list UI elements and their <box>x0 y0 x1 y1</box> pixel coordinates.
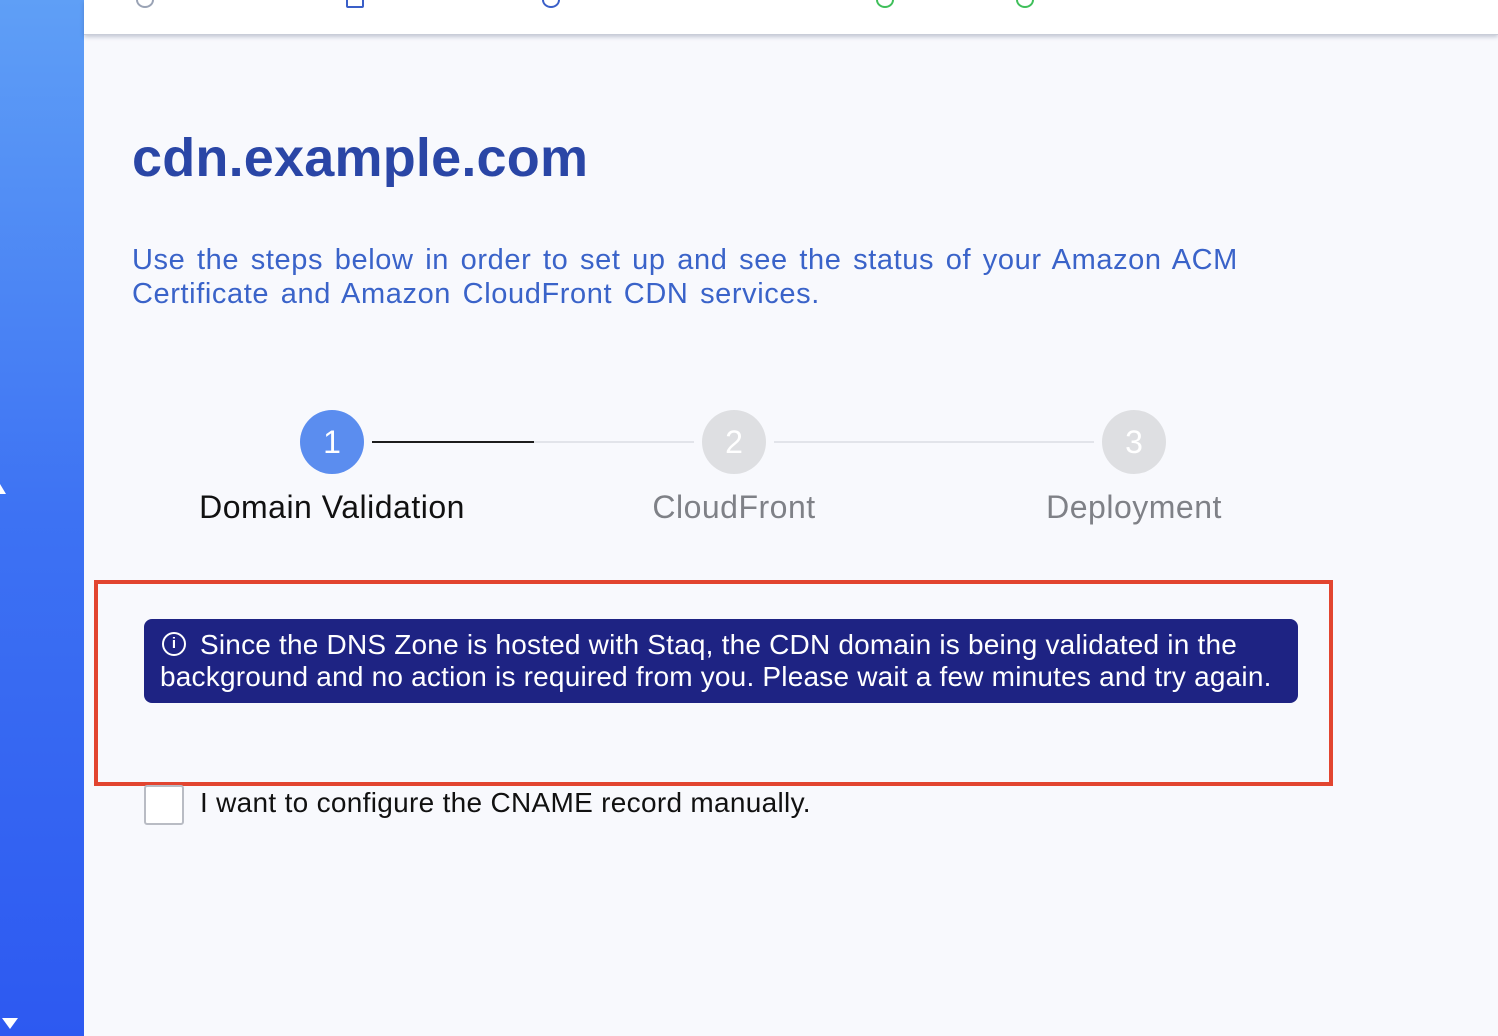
toolbar-icon[interactable] <box>876 0 894 8</box>
manual-cname-label[interactable]: I want to configure the CNAME record man… <box>200 785 811 821</box>
info-alert: i Since the DNS Zone is hosted with Staq,… <box>144 619 1298 703</box>
step-connector-1-2-pending <box>534 441 694 443</box>
page-intro: Use the steps below in order to set up a… <box>132 244 1238 310</box>
step-2-label[interactable]: CloudFront <box>554 487 914 527</box>
toolbar-icon[interactable] <box>346 0 364 8</box>
triangle-up-icon[interactable] <box>0 484 6 494</box>
triangle-down-icon[interactable] <box>2 1018 18 1029</box>
toolbar-icon[interactable] <box>542 0 560 8</box>
step-1-label[interactable]: Domain Validation <box>152 487 512 527</box>
manual-cname-checkbox[interactable] <box>144 785 184 825</box>
info-icon: i <box>162 632 186 656</box>
step-connector-2-3 <box>774 441 1094 443</box>
step-3-circle[interactable]: 3 <box>1102 410 1166 474</box>
top-toolbar <box>84 0 1498 35</box>
alert-message: Since the DNS Zone is hosted with Staq, … <box>160 629 1272 692</box>
sidebar <box>0 0 84 1036</box>
toolbar-icon[interactable] <box>136 0 154 8</box>
toolbar-icon[interactable] <box>1016 0 1034 8</box>
page-title: cdn.example.com <box>132 128 589 188</box>
step-3-label[interactable]: Deployment <box>954 487 1314 527</box>
step-1-circle[interactable]: 1 <box>300 410 364 474</box>
step-2-circle[interactable]: 2 <box>702 410 766 474</box>
step-connector-1-2-done <box>372 441 534 443</box>
main-content: cdn.example.com Use the steps below in o… <box>84 35 1498 1036</box>
